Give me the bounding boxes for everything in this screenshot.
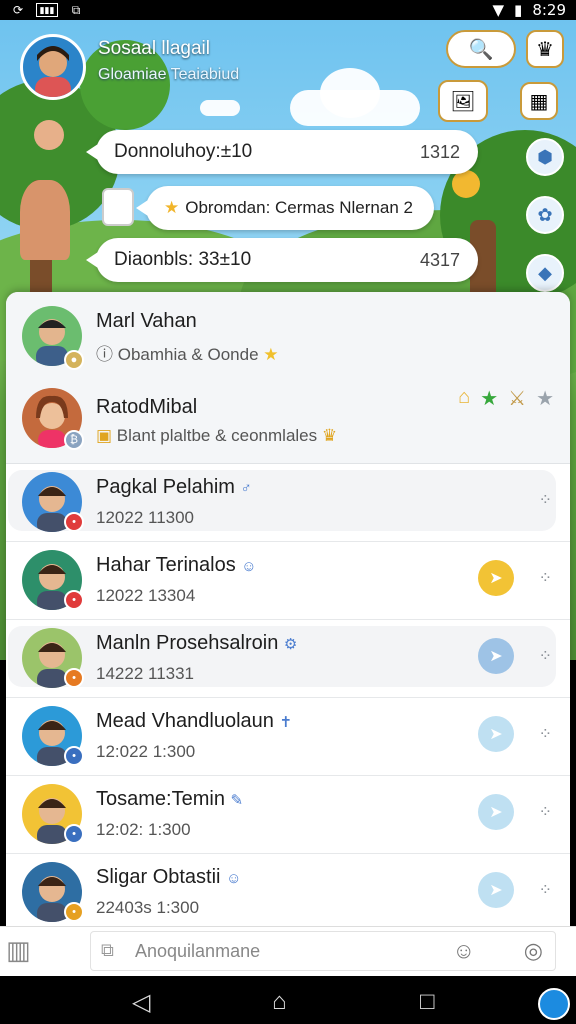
wifi-icon: ▼ [492,1,505,19]
character-right [452,170,480,198]
status-badge: • [64,824,84,844]
system-nav-bar: ◁ ⌂ □ [0,976,576,1024]
assistant-icon[interactable] [538,988,570,1020]
status-badge: • [64,512,84,532]
status-badge: ● [64,350,84,370]
more-options-icon[interactable]: ⁘ [539,568,552,588]
contact-time: 14222 11331 [96,664,195,683]
profile-subtitle: Gloamiae Teaiabiud [98,66,240,83]
image-icon[interactable]: ⧉ [101,940,114,961]
status-badge: • [64,590,84,610]
contact-row[interactable]: • Tosame:Temin ✎ 12:02: 1:300 ➤ ⁘ [6,776,570,854]
status-badge: • [64,668,84,688]
contact-time: 12022 11300 [96,508,195,527]
more-options-icon[interactable]: ⁘ [539,490,552,510]
contact-name: Mead Vhandluolaun ✝ [96,710,293,732]
back-button[interactable]: ◁ [132,988,150,1017]
chest-icon[interactable]: ♛ [526,30,564,68]
message-bubble-3[interactable]: Diaonbls: 33±10 4317 [86,238,478,282]
call-button[interactable]: ➤ [478,638,514,674]
featured-section: ● Marl Vahan ⓘ Obamhia & Oonde ★ ₿ Ratod… [6,292,570,464]
contact-time: 22403s 1:300 [96,898,200,917]
call-button[interactable]: ➤ [478,560,514,596]
contact-name: Manln Prosehsalroin ⚙ [96,632,298,654]
signal-badge-icon: ▮▮▮ [36,3,58,17]
grey-star-icon: ★ [536,388,554,410]
badge-icon[interactable]: ◆ [526,254,564,292]
emoji-badge: ♂ [240,480,252,497]
map-icon[interactable]: 🔍 [446,30,516,68]
pet-icon[interactable]: ✿ [526,196,564,234]
contact-time: 12:02: 1:300 [96,820,191,839]
bubble-avatar [102,188,134,226]
battery-icon: ▮ [514,1,523,19]
sword-icon: ⚔ [508,388,527,410]
star-icon: ★ [164,198,180,217]
mic-icon[interactable]: ◎ [524,938,543,964]
more-options-icon[interactable]: ⁘ [539,724,552,744]
house-icon: ⌂ [458,386,471,408]
tag-icon[interactable]: ⬢ [526,138,564,176]
call-button[interactable]: ➤ [478,716,514,752]
character-hanging [34,120,64,150]
contact-name: Hahar Terinalos ☺ [96,554,257,576]
contact-name: RatodMibal [96,396,198,418]
profile-name: Sosaal llagail [98,38,210,59]
picture-frame-icon[interactable]: 🖼 [438,80,488,122]
star-icon: ★ [263,345,279,364]
recents-button[interactable]: □ [420,988,435,1016]
more-options-icon[interactable]: ⁘ [539,802,552,822]
achievement-icons: ⌂ ★ ⚔ ★ [458,386,554,411]
message-bubble-1[interactable]: Donnoluhoy:±10 1312 [86,130,478,174]
emoji-badge: ☺ [226,870,242,887]
contact-time: 12:022 1:300 [96,742,196,761]
contact-time: 12022 13304 [96,586,196,605]
contact-name: Marl Vahan [96,310,197,332]
emoji-icon[interactable]: ☺ [453,938,475,964]
contact-name: Tosame:Temin ✎ [96,788,244,810]
more-options-icon[interactable]: ⁘ [539,646,552,666]
call-button[interactable]: ➤ [478,872,514,908]
contact-name: Sligar Obtastii ☺ [96,866,242,888]
grid-icon[interactable]: ▦ [520,82,558,120]
sync-icon: ⟳ [12,3,24,17]
contact-row[interactable]: • Manln Prosehsalroin ⚙ 14222 11331 ➤ ⁘ [6,620,570,698]
input-bar: ▥ ⧉ Anoquilanmane ☺ ◎ [0,926,576,976]
contact-row[interactable]: • Hahar Terinalos ☺ 12022 13304 ➤ ⁘ [6,542,570,620]
contact-row[interactable]: • Sligar Obtastii ☺ 22403s 1:300 ➤ ⁘ [6,854,570,926]
screenshot-icon: ⧉ [71,2,81,17]
crown-icon: ♛ [321,426,338,445]
emoji-badge: ✝ [279,714,293,731]
status-badge: ₿ [64,430,84,450]
contact-row[interactable]: • Pagkal Pelahim ♂ 12022 11300 ⁘ [6,464,570,542]
featured-row[interactable]: ● Marl Vahan ⓘ Obamhia & Oonde ★ [6,292,570,376]
info-icon: ⓘ [96,345,113,364]
status-badge: • [64,746,84,766]
profile-avatar[interactable] [20,34,86,100]
contact-row[interactable]: • Mead Vhandluolaun ✝ 12:022 1:300 ➤ ⁘ [6,698,570,776]
featured-row[interactable]: ₿ RatodMibal ▣ Blant plaltbe & ceonmlale… [6,376,570,460]
character-left [20,180,70,260]
emoji-badge: ⚙ [283,636,298,653]
call-button[interactable]: ➤ [478,794,514,830]
status-badge: • [64,902,84,922]
emoji-badge: ✎ [230,792,244,809]
message-bubble-2[interactable]: ★ Obromdan: Cermas Nlernan 2 [136,186,434,230]
contact-name: Pagkal Pelahim ♂ [96,476,252,498]
info-icon: ▣ [96,426,113,445]
message-input[interactable]: ⧉ Anoquilanmane ☺ ◎ [90,931,556,971]
contact-panel: ● Marl Vahan ⓘ Obamhia & Oonde ★ ₿ Ratod… [6,292,570,926]
contact-subtitle: ▣ Blant plaltbe & ceonmlales ♛ [96,426,338,445]
more-options-icon[interactable]: ⁘ [539,880,552,900]
emoji-badge: ☺ [241,558,257,575]
clock: 8:29 [532,1,566,19]
home-button[interactable]: ⌂ [272,988,287,1016]
keyboard-icon[interactable]: ▥ [6,935,31,966]
status-bar: ⟳ ▮▮▮ ⧉ ▼ ▮ 8:29 [0,0,576,20]
green-star-icon: ★ [480,388,499,410]
contact-list: • Pagkal Pelahim ♂ 12022 11300 ⁘ • Hahar… [6,464,570,926]
contact-subtitle: ⓘ Obamhia & Oonde ★ [96,345,279,364]
